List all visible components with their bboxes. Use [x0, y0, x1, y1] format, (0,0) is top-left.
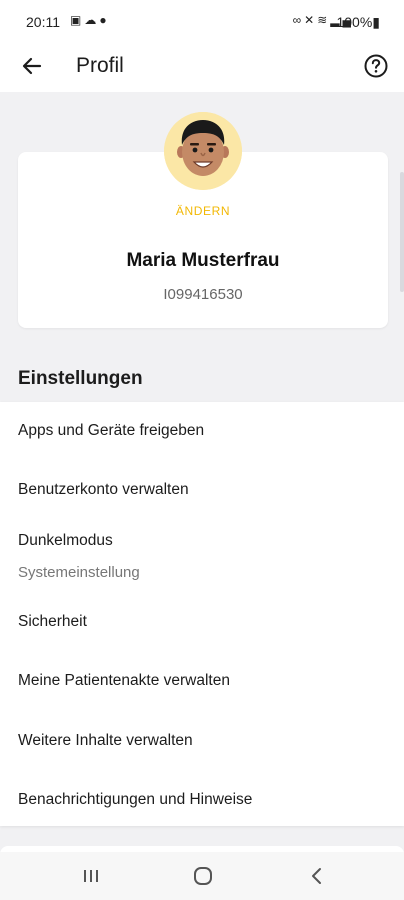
settings-item-label: Sicherheit — [18, 613, 87, 630]
home-button[interactable] — [191, 864, 215, 888]
gallery-icon: ▣ — [70, 13, 85, 27]
help-button[interactable] — [362, 52, 390, 80]
settings-section-title: Einstellungen — [18, 368, 143, 389]
settings-item-more-content[interactable]: Weitere Inhalte verwalten — [0, 712, 404, 772]
settings-list: Apps und Geräte freigeben Benutzerkonto … — [0, 402, 404, 826]
user-name: Maria Musterfrau — [126, 250, 280, 271]
app-bar: Profil — [0, 44, 404, 92]
home-icon — [194, 867, 212, 885]
settings-item-patient-record[interactable]: Meine Patientenakte verwalten — [0, 652, 404, 712]
settings-item-label: Apps und Geräte freigeben — [18, 422, 205, 439]
settings-item-label: Benutzerkonto verwalten — [18, 481, 189, 498]
arrow-left-icon — [22, 57, 42, 75]
location-pin-icon: ● — [99, 13, 110, 27]
battery-level: 100%▮ — [336, 14, 380, 30]
user-id: I099416530 — [163, 286, 243, 303]
change-avatar-button[interactable]: ÄNDERN — [18, 204, 388, 218]
cloud-icon: ☁ — [84, 13, 100, 27]
mute-icon: ✕ — [304, 13, 318, 27]
settings-item-notifications[interactable]: Benachrichtigungen und Hinweise — [0, 772, 404, 826]
recent-apps-button[interactable] — [79, 864, 103, 888]
scroll-indicator[interactable] — [400, 172, 404, 292]
settings-item-label: Weitere Inhalte verwalten — [18, 732, 193, 749]
link-icon: ∞ — [292, 13, 305, 27]
back-button[interactable] — [18, 52, 46, 80]
avatar-face-icon — [164, 112, 242, 190]
settings-item-apps-devices[interactable]: Apps und Geräte freigeben — [0, 402, 404, 460]
settings-item-label: Benachrichtigungen und Hinweise — [18, 791, 253, 808]
wifi-icon: ≋ — [317, 13, 331, 27]
avatar[interactable] — [164, 112, 242, 190]
status-time: 20:11 — [26, 14, 60, 30]
settings-item-security[interactable]: Sicherheit — [0, 594, 404, 652]
settings-item-dark-mode[interactable]: Dunkelmodus Systemeinstellung — [0, 520, 404, 594]
settings-item-sublabel: Systemeinstellung — [18, 564, 140, 581]
nav-back-button[interactable] — [305, 864, 329, 888]
status-bar: 20:11 ▣☁● ∞✕≋▂▄ 100%▮ — [0, 0, 404, 44]
nav-back-icon — [312, 868, 321, 884]
battery-icon: ▮ — [372, 14, 380, 30]
status-left-icons: ▣☁● — [70, 13, 110, 27]
settings-item-label: Dunkelmodus — [18, 532, 113, 549]
page-title: Profil — [76, 54, 124, 77]
recent-apps-icon — [84, 870, 98, 882]
system-nav-bar — [0, 852, 404, 900]
settings-item-label: Meine Patientenakte verwalten — [18, 672, 230, 689]
help-circle-icon — [364, 54, 388, 78]
settings-item-user-account[interactable]: Benutzerkonto verwalten — [0, 460, 404, 520]
